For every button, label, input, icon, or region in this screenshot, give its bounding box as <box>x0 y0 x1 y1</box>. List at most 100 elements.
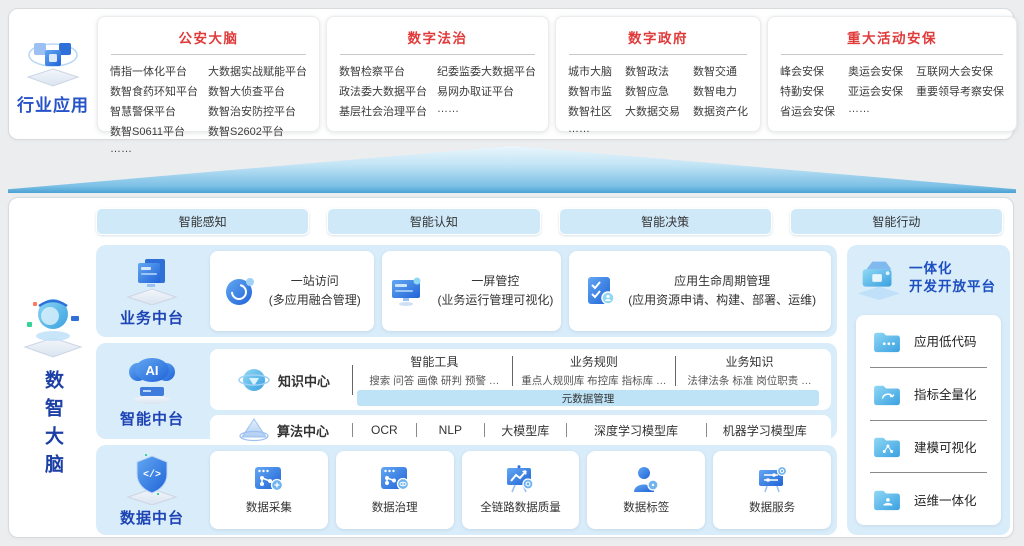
pill-intelligent-cognition: 智能认知 <box>327 208 540 235</box>
group-items: 重点人规则库 布控库 指标库 … <box>513 373 675 388</box>
group-title: 智能工具 <box>357 353 512 370</box>
platform-item: 数据资产化 <box>693 103 748 119</box>
platform-item: 数智检察平台 <box>339 63 427 79</box>
app-card-digital-government: 数字政府 城市大脑 数智政法 数智交通 数智市监 数智应急 数智电力 数智社区 … <box>555 16 761 132</box>
platform-item-low-code: 应用低代码 <box>856 315 1001 367</box>
card-data-services: 数据服务 <box>713 451 831 529</box>
card-text: 一屏管控 (业务运行管理可视化) <box>437 272 553 309</box>
card-title: 公安大脑 <box>110 27 307 47</box>
digital-brain-head-icon <box>21 292 85 358</box>
data-platform-row: </> 数据中台 数据采集 <box>96 445 837 535</box>
business-platform-monitor-icon <box>126 255 178 305</box>
data-platform-shield-icon: </> <box>126 453 178 505</box>
algorithm-items: OCR NLP 大模型库 深度学习模型库 机器学习模型库 <box>352 415 823 445</box>
platform-item: 政法委大数据平台 <box>339 83 427 99</box>
algorithm-center-pyramid-icon <box>239 417 269 443</box>
knowledge-center-title: 知识中心 <box>278 371 330 390</box>
algorithm-item-machine-learning: 机器学习模型库 <box>707 422 824 439</box>
platform-item: 易网办取证平台 <box>437 83 536 99</box>
group-items: 法律法条 标准 岗位职责 … <box>676 373 823 388</box>
algorithm-center-label-block: 算法中心 <box>216 417 352 443</box>
platform-item: 情指一体化平台 <box>110 63 198 79</box>
algorithm-item-llm-library: 大模型库 <box>485 422 566 439</box>
indicator-folder-icon <box>872 382 902 406</box>
platform-item: 互联网大会安保 <box>916 63 1004 79</box>
platform-item: …… <box>110 143 198 155</box>
platform-item-indicator-quantification: 指标全量化 <box>856 368 1001 420</box>
card-one-stop-access: 一站访问 (多应用融合管理) <box>210 251 374 331</box>
platform-item-label: 应用低代码 <box>914 331 977 350</box>
card-app-lifecycle-management: 应用生命周期管理 (应用资源申请、构建、部署、运维) <box>569 251 831 331</box>
card-label: 数据采集 <box>246 499 292 515</box>
card-label: 数据标签 <box>623 499 669 515</box>
platform-item: 数智食药环知平台 <box>110 83 198 99</box>
platform-item: 数智政法 <box>625 63 680 79</box>
knowledge-center-body: 智能工具 搜索 问答 画像 研判 预警 … 业务规则 重点人规则库 布控库 指标… <box>353 353 823 407</box>
platform-item: 重要领导考察安保 <box>916 83 1004 99</box>
card-label: 全链路数据质量 <box>480 499 561 515</box>
platform-item: 大数据交易 <box>625 103 680 119</box>
app-lifecycle-icon <box>584 275 616 307</box>
knowledge-center-label-block: 知识中心 <box>216 353 352 407</box>
ai-platform-row: AI 智能中台 知识中心 智能工具 <box>96 343 837 439</box>
ai-platform-title: 智能中台 <box>120 408 184 429</box>
business-platform-label-block: 业务中台 <box>102 251 202 331</box>
group-title: 业务知识 <box>676 353 823 370</box>
data-platform-title: 数据中台 <box>120 507 184 528</box>
ai-platform-label-block: AI 智能中台 <box>102 349 202 433</box>
pill-intelligent-perception: 智能感知 <box>96 208 309 235</box>
platform-item: 数智治安防控平台 <box>208 103 307 119</box>
dev-platform-card: 应用低代码 指标全量化 建模可视化 <box>856 315 1001 525</box>
group-title: 业务规则 <box>513 353 675 370</box>
card-divider <box>781 54 1003 55</box>
platform-item-label: 建模可视化 <box>914 437 977 456</box>
pill-intelligent-action: 智能行动 <box>790 208 1003 235</box>
platform-item-visual-modeling: 建模可视化 <box>856 421 1001 473</box>
platform-item-integrated-ops: 运维一体化 <box>856 473 1001 525</box>
platform-item: 大数据实战赋能平台 <box>208 63 307 79</box>
card-divider <box>569 54 747 55</box>
integrated-dev-platform-header: 一体化 开发开放平台 <box>847 245 1010 305</box>
digital-brain-label-block: 数智大脑 <box>9 292 96 482</box>
card-title: 重大活动安保 <box>780 27 1004 47</box>
integrated-dev-platform-column: 一体化 开发开放平台 应用低代码 指标全量化 <box>847 245 1010 535</box>
card-title: 数字政府 <box>568 27 748 47</box>
platform-item: 亚运会安保 <box>848 83 903 99</box>
data-governance-icon <box>379 465 411 493</box>
algorithm-center-card: 算法中心 OCR NLP 大模型库 深度学习模型库 机器学习模型库 <box>210 415 831 445</box>
card-divider <box>111 54 306 55</box>
one-screen-control-icon <box>389 275 425 307</box>
card-subtitle: (应用资源申请、构建、部署、运维) <box>628 291 816 310</box>
industry-applications-title: 行业应用 <box>17 91 89 116</box>
platform-item: 峰会安保 <box>780 63 835 79</box>
card-divider <box>340 54 535 55</box>
card-item-grid: 峰会安保 奥运会安保 互联网大会安保 特勤安保 亚运会安保 重要领导考察安保 省… <box>780 63 1004 119</box>
algorithm-item-deep-learning: 深度学习模型库 <box>567 422 706 439</box>
industry-app-cards: 公安大脑 情指一体化平台 大数据实战赋能平台 数智食药环知平台 数智大侦查平台 … <box>97 9 1023 139</box>
card-title: 应用生命周期管理 <box>628 272 816 291</box>
card-text: 应用生命周期管理 (应用资源申请、构建、部署、运维) <box>628 272 816 309</box>
pill-intelligent-decision: 智能决策 <box>559 208 772 235</box>
app-card-public-security-brain: 公安大脑 情指一体化平台 大数据实战赋能平台 数智食药环知平台 数智大侦查平台 … <box>97 16 320 132</box>
platform-item: 数智交通 <box>693 63 748 79</box>
group-business-rules: 业务规则 重点人规则库 布控库 指标库 … <box>513 353 675 388</box>
metadata-management-bar: 元数据管理 <box>357 390 819 406</box>
platform-item: …… <box>568 123 612 135</box>
card-label: 数据服务 <box>749 499 795 515</box>
algorithm-center-title: 算法中心 <box>277 421 329 440</box>
card-item-grid: 情指一体化平台 大数据实战赋能平台 数智食药环知平台 数智大侦查平台 智慧警保平… <box>110 63 307 155</box>
business-platform-row: 业务中台 一站访问 (多应用融合管理) 一屏管控 <box>96 245 837 337</box>
card-item-grid: 数智检察平台 纪委监委大数据平台 政法委大数据平台 易网办取证平台 基层社会治理… <box>339 63 536 119</box>
platform-item: 省运会安保 <box>780 103 835 119</box>
card-one-screen-control: 一屏管控 (业务运行管理可视化) <box>382 251 562 331</box>
platform-item: 数智大侦查平台 <box>208 83 307 99</box>
card-item-grid: 城市大脑 数智政法 数智交通 数智市监 数智应急 数智电力 数智社区 大数据交易… <box>568 63 748 135</box>
knowledge-groups: 智能工具 搜索 问答 画像 研判 预警 … 业务规则 重点人规则库 布控库 指标… <box>357 353 823 388</box>
industry-applications-section: 行业应用 公安大脑 情指一体化平台 大数据实战赋能平台 数智食药环知平台 数智大… <box>8 8 1014 140</box>
platform-item: 数智社区 <box>568 103 612 119</box>
platform-item: …… <box>437 103 536 119</box>
industry-applications-label-block: 行业应用 <box>9 9 97 139</box>
business-platform-title: 业务中台 <box>120 307 184 328</box>
data-service-icon <box>756 465 788 493</box>
dev-platform-toolbox-icon <box>855 255 903 301</box>
